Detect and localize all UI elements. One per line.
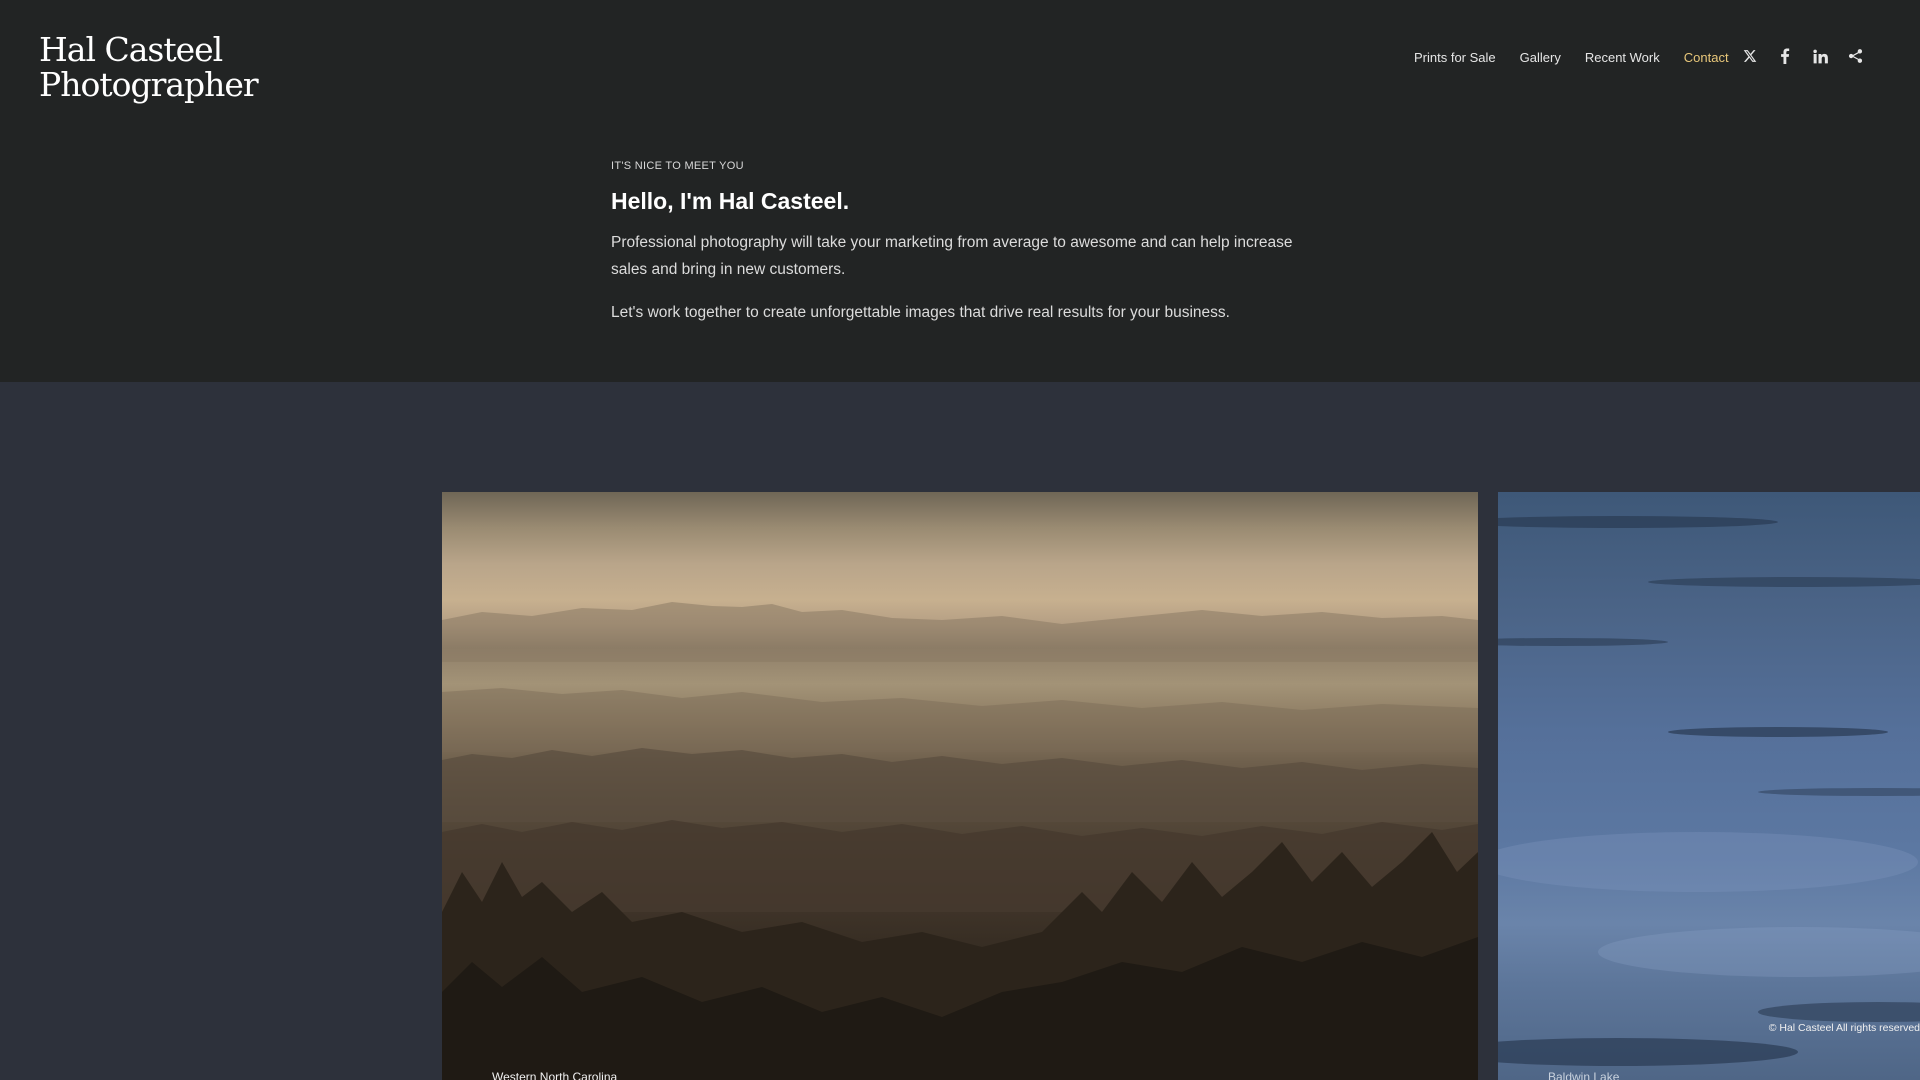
share-icon[interactable] (1845, 44, 1865, 68)
logo-line-1: Hal Casteel (39, 30, 223, 69)
gallery-carousel: Western North Carolina © Hal Casteel All… (0, 382, 1920, 1080)
logo-line-2: Photographer (39, 65, 259, 104)
intro-eyebrow: IT'S NICE TO MEET YOU (611, 160, 744, 172)
gallery-photo-baldwin-lake[interactable]: © Hal Casteel All rights reserved Baldwi… (1498, 492, 1920, 1080)
nav-recent-work[interactable]: Recent Work (1585, 47, 1660, 69)
mountain-landscape-image (442, 602, 1478, 1080)
facebook-icon[interactable] (1775, 44, 1795, 68)
intro-section: IT'S NICE TO MEET YOU Hello, I'm Hal Cas… (611, 160, 1311, 342)
gallery-photo-western-nc[interactable]: Western North Carolina (442, 492, 1478, 1080)
intro-headline: Hello, I'm Hal Casteel. (611, 188, 850, 214)
social-links (1740, 44, 1880, 68)
site-logo[interactable]: Hal Casteel Photographer (39, 30, 259, 104)
intro-paragraph-1: Professional photography will take your … (611, 234, 1293, 278)
photo-copyright: © Hal Casteel All rights reserved (1768, 1022, 1920, 1034)
intro-paragraph-2: Let's work together to create unforgetta… (611, 304, 1230, 321)
lake-image (1498, 516, 1920, 1066)
linkedin-icon[interactable] (1810, 44, 1830, 68)
main-nav: Prints for Sale Gallery Recent Work Cont… (1390, 47, 1729, 69)
photo-caption: Baldwin Lake (1548, 1070, 1620, 1080)
x-icon[interactable] (1740, 44, 1760, 68)
site-header: Hal Casteel Photographer Prints for Sale… (0, 0, 1920, 382)
nav-gallery[interactable]: Gallery (1520, 47, 1561, 69)
nav-prints-for-sale[interactable]: Prints for Sale (1414, 47, 1496, 69)
photo-caption: Western North Carolina (492, 1070, 618, 1080)
nav-contact[interactable]: Contact (1684, 47, 1729, 69)
